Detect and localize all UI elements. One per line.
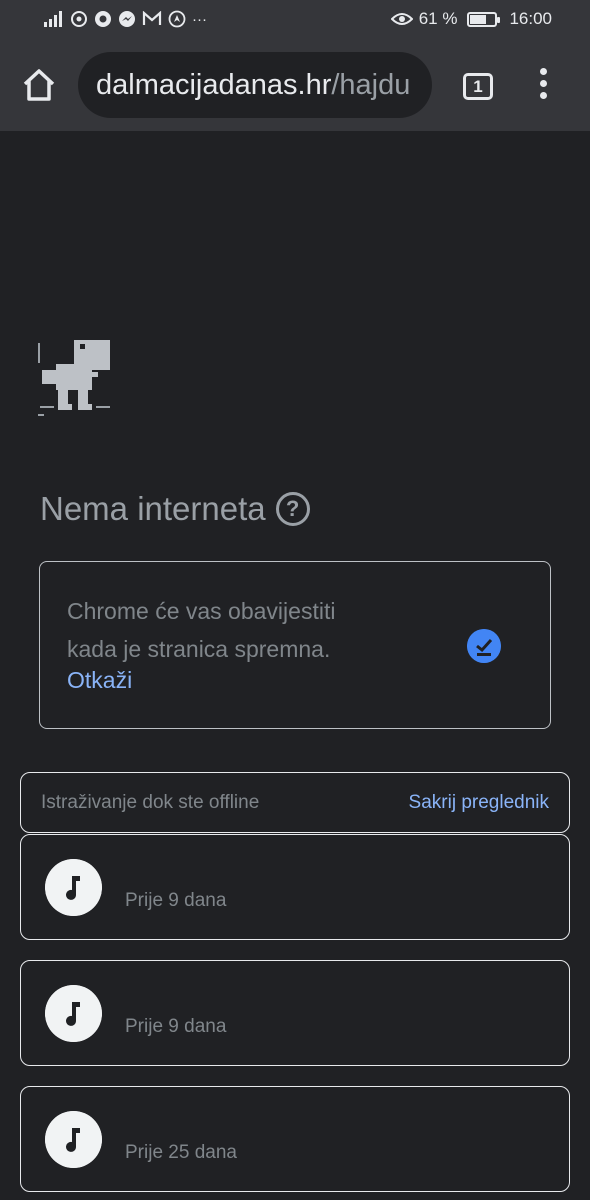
battery-icon (467, 11, 501, 27)
offline-title-text: Nema interneta (40, 490, 266, 527)
eye-comfort-icon (390, 13, 413, 25)
article-date: Prije 25 dana (125, 1142, 237, 1163)
gmail-icon (142, 11, 162, 25)
battery-percent: 61 % (418, 9, 458, 28)
whatsapp-icon (71, 11, 87, 27)
offline-article-card[interactable]: Prije 9 dana (20, 960, 570, 1066)
music-note-icon (45, 1111, 102, 1168)
messenger-icon (119, 11, 135, 27)
article-date: Prije 9 dana (125, 890, 227, 911)
home-icon (23, 69, 55, 101)
music-note-icon (45, 985, 102, 1042)
browser-toolbar: dalmacijadanas.hr/hajdu 1 (0, 38, 590, 131)
help-icon[interactable]: ? (275, 492, 310, 526)
more-notifications-indicator: ··· (192, 10, 207, 28)
explore-offline-header: Istraživanje dok ste offline Sakrij preg… (20, 772, 570, 833)
explore-offline-title: Istraživanje dok ste offline (41, 791, 260, 813)
clock: 16:00 (509, 9, 552, 28)
notify-message: Chrome će vas obavijestiti kada je stran… (67, 592, 427, 668)
offline-article-card[interactable]: Prije 9 dana (20, 834, 570, 940)
more-options-button[interactable] (532, 68, 554, 104)
notify-line-2: kada je stranica spremna. (67, 636, 331, 662)
chrome-icon (95, 11, 111, 27)
tab-switcher-button[interactable]: 1 (463, 73, 493, 100)
url-path: /hajdu (331, 68, 411, 101)
hide-browser-link[interactable]: Sakrij preglednik (409, 792, 549, 814)
cancel-link[interactable]: Otkaži (67, 667, 132, 694)
home-button[interactable] (20, 66, 58, 104)
music-note-icon (45, 859, 102, 916)
notify-when-ready-box: Chrome će vas obavijestiti kada je stran… (39, 561, 551, 729)
article-date: Prije 9 dana (125, 1016, 227, 1037)
notify-line-1: Chrome će vas obavijestiti (67, 598, 336, 624)
download-scheduled-icon (467, 629, 501, 663)
url-bar[interactable]: dalmacijadanas.hr/hajdu (78, 52, 432, 118)
offline-dino-image (38, 340, 110, 416)
status-right-icons: 61 % 16:00 (390, 9, 552, 29)
url-domain: dalmacijadanas.hr (96, 68, 332, 101)
status-bar: ··· 61 % 16:00 (0, 0, 590, 38)
status-left-icons: ··· (44, 10, 207, 28)
offline-article-card[interactable]: Prije 25 dana (20, 1086, 570, 1192)
signal-icon (44, 11, 62, 27)
offline-title: Nema interneta ? (40, 490, 310, 528)
navigation-icon (168, 10, 186, 28)
